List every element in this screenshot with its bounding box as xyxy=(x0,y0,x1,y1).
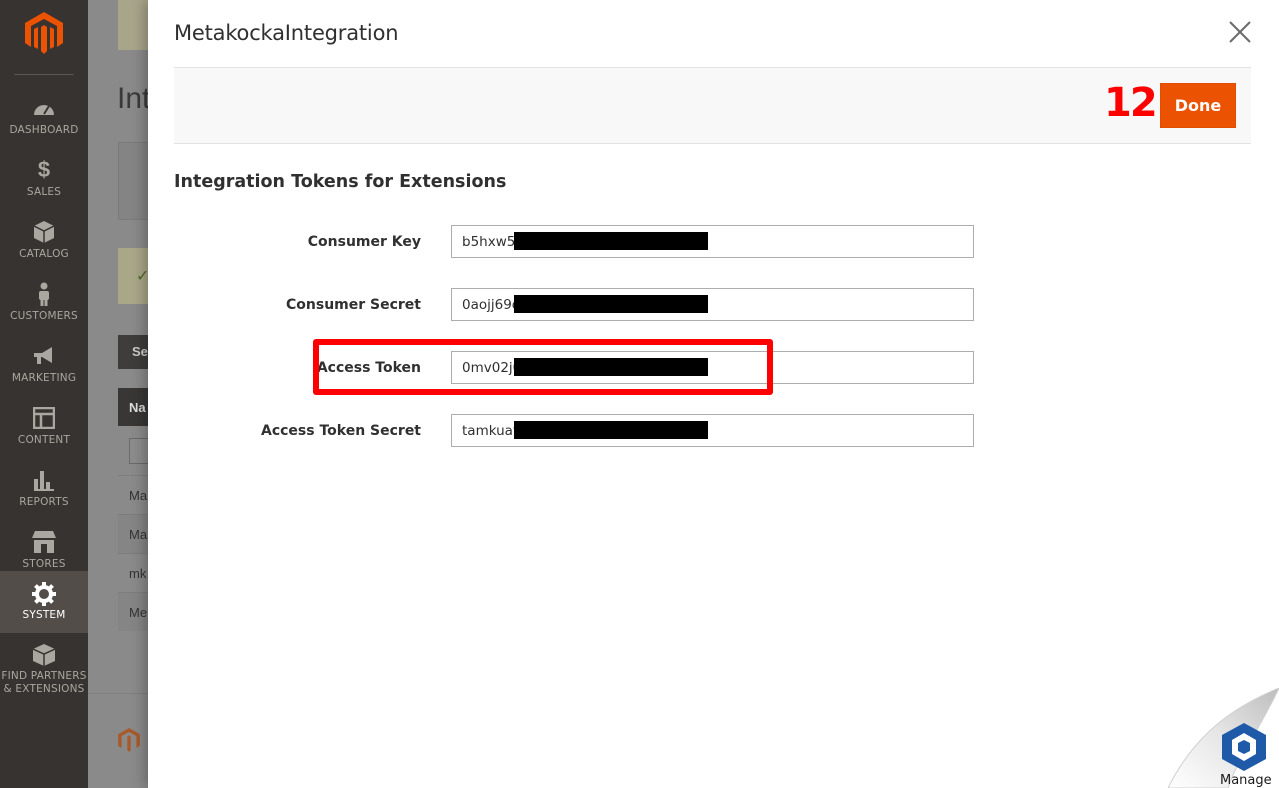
highlight-annotation-box xyxy=(313,339,773,395)
sidebar-item-label: DASHBOARD xyxy=(9,124,79,136)
sidebar-item-customers[interactable]: CUSTOMERS xyxy=(0,272,88,334)
close-button[interactable] xyxy=(1226,18,1254,46)
sidebar-item-find-partners[interactable]: FIND PARTNERS & EXTENSIONS xyxy=(0,643,88,701)
cube-icon xyxy=(30,643,58,667)
sidebar-item-label: SYSTEM xyxy=(22,609,66,621)
consumer-key-value: b5hxw5 xyxy=(462,234,516,250)
redaction-bar xyxy=(514,295,708,313)
consumer-secret-label: Consumer Secret xyxy=(286,297,421,313)
sidebar-item-label: CATALOG xyxy=(19,248,69,260)
sidebar-item-label: MARKETING xyxy=(11,372,77,384)
sidebar-item-dashboard[interactable]: DASHBOARD xyxy=(0,86,88,148)
footer-logo-icon xyxy=(118,728,140,752)
step-number-annotation: 12 xyxy=(1104,80,1158,126)
sidebar-item-label: SALES xyxy=(26,186,62,198)
section-title: Integration Tokens for Extensions xyxy=(174,172,507,192)
layout-icon xyxy=(30,406,58,430)
bar-chart-icon xyxy=(30,468,58,492)
admin-sidebar: DASHBOARD $ SALES CATALOG CUSTOMERS MARK… xyxy=(0,0,88,788)
magento-logo[interactable] xyxy=(25,12,63,54)
dashboard-icon xyxy=(30,96,58,120)
redaction-bar xyxy=(514,232,708,250)
consumer-key-label: Consumer Key xyxy=(307,234,421,250)
consumer-secret-value: 0aojj69c xyxy=(462,297,520,313)
gear-icon xyxy=(30,582,58,606)
done-button[interactable]: Done xyxy=(1160,83,1236,128)
sidebar-item-label: CONTENT xyxy=(17,434,71,446)
background-page-title: Int xyxy=(117,82,151,115)
integration-modal: MetakockaIntegration 12 Done Integration… xyxy=(148,0,1279,788)
megaphone-icon xyxy=(30,344,58,368)
sidebar-item-catalog[interactable]: CATALOG xyxy=(0,210,88,272)
sidebar-divider xyxy=(14,74,74,75)
dollar-icon: $ xyxy=(37,157,51,182)
sidebar-item-content[interactable]: CONTENT xyxy=(0,396,88,458)
sidebar-item-system[interactable]: SYSTEM xyxy=(0,571,88,633)
sidebar-item-label: CUSTOMERS xyxy=(10,310,78,322)
person-icon xyxy=(30,282,58,306)
access-token-secret-label: Access Token Secret xyxy=(260,423,421,439)
sidebar-item-label-line1: FIND PARTNERS xyxy=(1,670,87,682)
page-actions-bar: 12 Done xyxy=(174,67,1251,144)
box-icon xyxy=(30,220,58,244)
sidebar-item-marketing[interactable]: MARKETING xyxy=(0,334,88,396)
redaction-bar xyxy=(514,421,708,439)
sidebar-item-reports[interactable]: REPORTS xyxy=(0,458,88,520)
modal-title: MetakockaIntegration xyxy=(174,21,399,45)
store-icon xyxy=(30,530,58,554)
sidebar-item-label-line2: & EXTENSIONS xyxy=(3,683,85,695)
manage-label: Manage xyxy=(1220,773,1272,788)
sidebar-item-label: REPORTS xyxy=(19,496,69,508)
close-icon xyxy=(1229,21,1251,43)
sidebar-item-label: STORES xyxy=(22,558,66,570)
access-token-secret-value: tamkuav xyxy=(462,423,521,439)
manage-corner-widget[interactable]: Manage xyxy=(1167,687,1279,788)
sidebar-item-sales[interactable]: $ SALES xyxy=(0,148,88,210)
